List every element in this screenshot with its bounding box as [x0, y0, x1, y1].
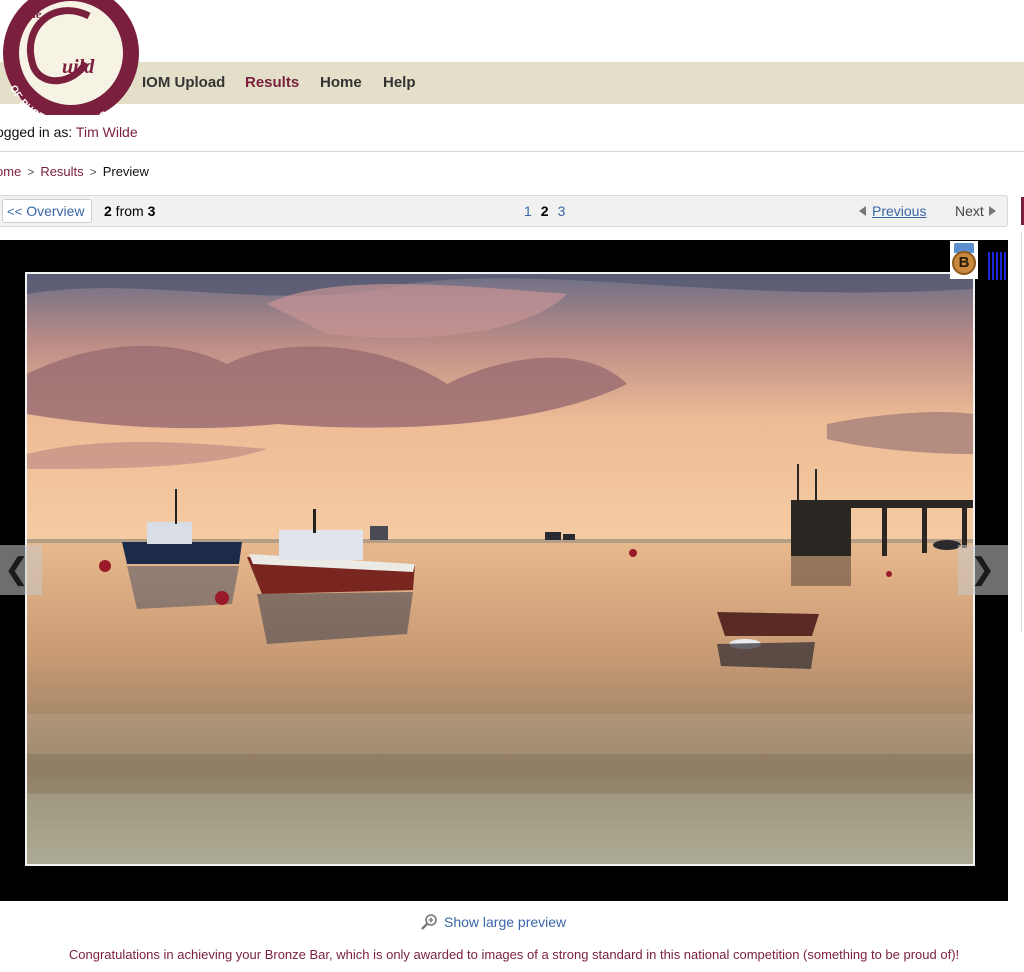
image-counter: 2 from 3: [104, 196, 155, 227]
chevron-left-icon: ❮: [4, 552, 30, 587]
header-divider: [0, 151, 1024, 152]
breadcrumb-results[interactable]: Results: [40, 164, 83, 179]
nav-item-results[interactable]: Results: [245, 62, 299, 104]
breadcrumb-home[interactable]: ome: [0, 164, 21, 179]
show-large-preview-link[interactable]: Show large preview: [420, 913, 566, 935]
previous-link[interactable]: Previous: [859, 196, 926, 227]
login-username[interactable]: Tim Wilde: [76, 124, 138, 140]
bar-award-icon[interactable]: [988, 252, 1006, 280]
harbour-sunset-photo: [27, 274, 973, 864]
image-viewer: B ❮ ❯: [0, 240, 1008, 901]
bronze-award-badge[interactable]: B: [950, 241, 978, 279]
triangle-right-icon: [988, 206, 996, 216]
chevron-right-icon: ❯: [970, 552, 996, 587]
photo-preview[interactable]: [25, 272, 975, 866]
bronze-medal-icon: B: [952, 251, 976, 275]
overview-button[interactable]: << Overview: [2, 199, 92, 223]
guild-logo[interactable]: The uild OF PHOTOGRAPHERS: [0, 0, 140, 115]
pager-bar: << Overview 2 from 3 123 Previous Next: [0, 195, 1008, 227]
counter-current: 2: [104, 203, 112, 219]
main-navbar: IOM Upload Results Home Help: [0, 62, 1024, 104]
nav-item-help[interactable]: Help: [383, 62, 416, 104]
page-link-1[interactable]: 1: [524, 196, 532, 227]
page-link-2: 2: [540, 203, 549, 219]
double-chevron-left-icon: <<: [7, 204, 23, 219]
overview-button-label: Overview: [26, 203, 85, 219]
nav-item-iom-upload[interactable]: IOM Upload: [142, 62, 225, 104]
breadcrumb-current: Preview: [102, 164, 149, 179]
zoom-in-icon: [420, 913, 438, 931]
next-label: Next: [955, 203, 984, 219]
triangle-left-icon: [859, 206, 866, 216]
breadcrumb: ome > Results > Preview: [0, 164, 149, 179]
sidebar-edge-line: [1021, 232, 1022, 632]
logo-script-text: uild: [62, 56, 95, 78]
logo-the-text: The: [22, 7, 42, 21]
chevron-right-icon: >: [89, 165, 97, 179]
next-image-button[interactable]: ❯: [958, 545, 1008, 595]
show-large-preview-label: Show large preview: [444, 914, 567, 930]
login-status: ogged in as: Tim Wilde: [0, 124, 138, 140]
previous-label: Previous: [872, 203, 927, 219]
page-link-3[interactable]: 3: [558, 196, 566, 227]
counter-total: 3: [147, 203, 156, 219]
chevron-right-icon: >: [27, 165, 35, 179]
guild-logo-graphic: The uild OF PHOTOGRAPHERS: [3, 0, 139, 115]
login-prefix: ogged in as:: [0, 124, 76, 140]
page-numbers: 123: [524, 196, 574, 227]
next-link[interactable]: Next: [955, 196, 996, 227]
nav-item-home[interactable]: Home: [320, 62, 362, 104]
previous-image-button[interactable]: ❮: [0, 545, 42, 595]
counter-from: from: [111, 203, 148, 219]
award-message: Congratulations in achieving your Bronze…: [68, 947, 960, 962]
